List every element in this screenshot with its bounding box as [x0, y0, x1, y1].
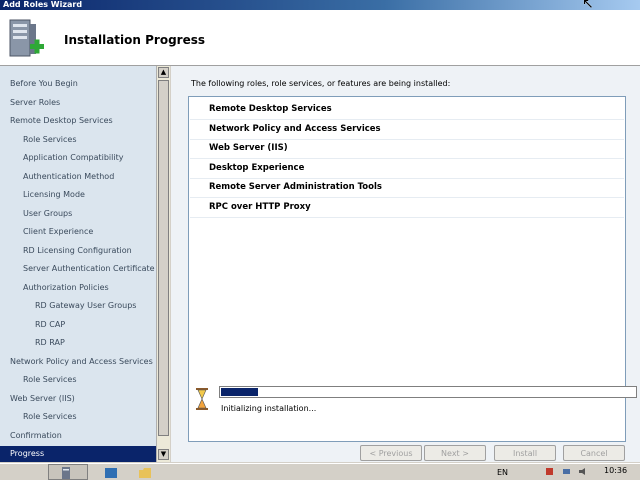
nav-step-item[interactable]: Licensing Mode — [0, 187, 156, 203]
nav-step-item[interactable]: Progress — [0, 446, 156, 462]
tray-network-icon[interactable] — [562, 467, 571, 476]
nav-step-item[interactable]: Remote Desktop Services — [0, 113, 156, 129]
taskbar-active-window[interactable] — [48, 464, 88, 480]
list-item-label: Desktop Experience — [209, 162, 305, 173]
nav-step-item[interactable]: User Groups — [0, 206, 156, 222]
nav-step-item[interactable]: Authorization Policies — [0, 280, 156, 296]
folder-icon[interactable] — [138, 466, 152, 480]
content-pane: The following roles, role services, or f… — [171, 66, 640, 462]
list-item-label: RPC over HTTP Proxy — [209, 201, 311, 212]
page-title: Installation Progress — [64, 33, 206, 47]
nav-step-item[interactable]: Server Authentication Certificate — [0, 261, 156, 277]
nav-step-item[interactable]: RD Licensing Configuration — [0, 243, 156, 259]
server-add-icon — [9, 19, 44, 57]
nav-step-item[interactable]: Role Services — [0, 372, 156, 388]
nav-step-item[interactable]: Server Roles — [0, 95, 156, 111]
powershell-icon[interactable] — [104, 466, 118, 480]
hourglass-icon — [196, 388, 208, 410]
list-item[interactable]: Network Policy and Access Services — [190, 120, 624, 140]
install-button[interactable]: Install — [494, 445, 556, 461]
tray-volume-icon[interactable] — [578, 467, 587, 476]
progress-status: Initializing installation... — [221, 404, 317, 413]
progress-fill — [221, 388, 259, 396]
system-clock[interactable]: 10:36 — [604, 466, 627, 475]
wizard-header: Installation Progress — [0, 10, 640, 66]
scroll-up-icon[interactable]: ▲ — [158, 67, 169, 78]
scroll-thumb[interactable] — [158, 80, 169, 436]
list-item-label: Web Server (IIS) — [209, 143, 288, 153]
nav-step-item[interactable]: Before You Begin — [0, 76, 156, 92]
nav-step-item[interactable]: RD RAP — [0, 335, 156, 351]
nav-step-item[interactable]: Application Compatibility — [0, 150, 156, 166]
next-button[interactable]: Next > — [424, 445, 486, 461]
list-item[interactable]: Remote Server Administration Tools — [190, 178, 624, 198]
nav-step-item[interactable]: RD Gateway User Groups — [0, 298, 156, 314]
nav-step-item[interactable]: Confirmation — [0, 428, 156, 444]
nav-step-item[interactable]: Web Server (IIS) — [0, 391, 156, 407]
list-item[interactable]: Desktop Experience — [190, 159, 624, 179]
cancel-button[interactable]: Cancel — [563, 445, 625, 461]
list-item[interactable]: Remote Desktop Services — [190, 100, 624, 120]
nav-scrollbar[interactable]: ▲ ▼ — [156, 66, 170, 462]
taskbar: EN 10:36 — [0, 463, 640, 480]
list-item-label: Remote Server Administration Tools — [209, 182, 382, 192]
nav-step-item[interactable]: Network Policy and Access Services — [0, 354, 156, 370]
language-indicator[interactable]: EN — [497, 468, 508, 477]
nav-step-item[interactable]: Role Services — [0, 409, 156, 425]
list-item[interactable]: Web Server (IIS) — [190, 139, 624, 159]
window-title: Add Roles Wizard — [3, 0, 83, 9]
nav-step-item[interactable]: Authentication Method — [0, 169, 156, 185]
list-item-label: Remote Desktop Services — [209, 104, 332, 114]
list-item[interactable]: RPC over HTTP Proxy — [190, 198, 624, 218]
install-progress-bar — [219, 386, 637, 398]
window-title-bar[interactable]: Add Roles Wizard — [0, 0, 640, 10]
scroll-down-icon[interactable]: ▼ — [158, 449, 169, 460]
nav-step-item[interactable]: Role Services — [0, 132, 156, 148]
intro-text: The following roles, role services, or f… — [191, 79, 451, 88]
wizard-step-nav: Before You Begin Server Roles Remote Deskt… — [0, 66, 156, 462]
list-item-label: Network Policy and Access Services — [209, 123, 381, 134]
nav-step-item[interactable]: RD CAP — [0, 317, 156, 333]
tray-flag-icon[interactable] — [545, 467, 554, 476]
server-manager-icon — [62, 467, 70, 479]
previous-button[interactable]: < Previous — [360, 445, 422, 461]
nav-step-item[interactable]: Client Experience — [0, 224, 156, 240]
